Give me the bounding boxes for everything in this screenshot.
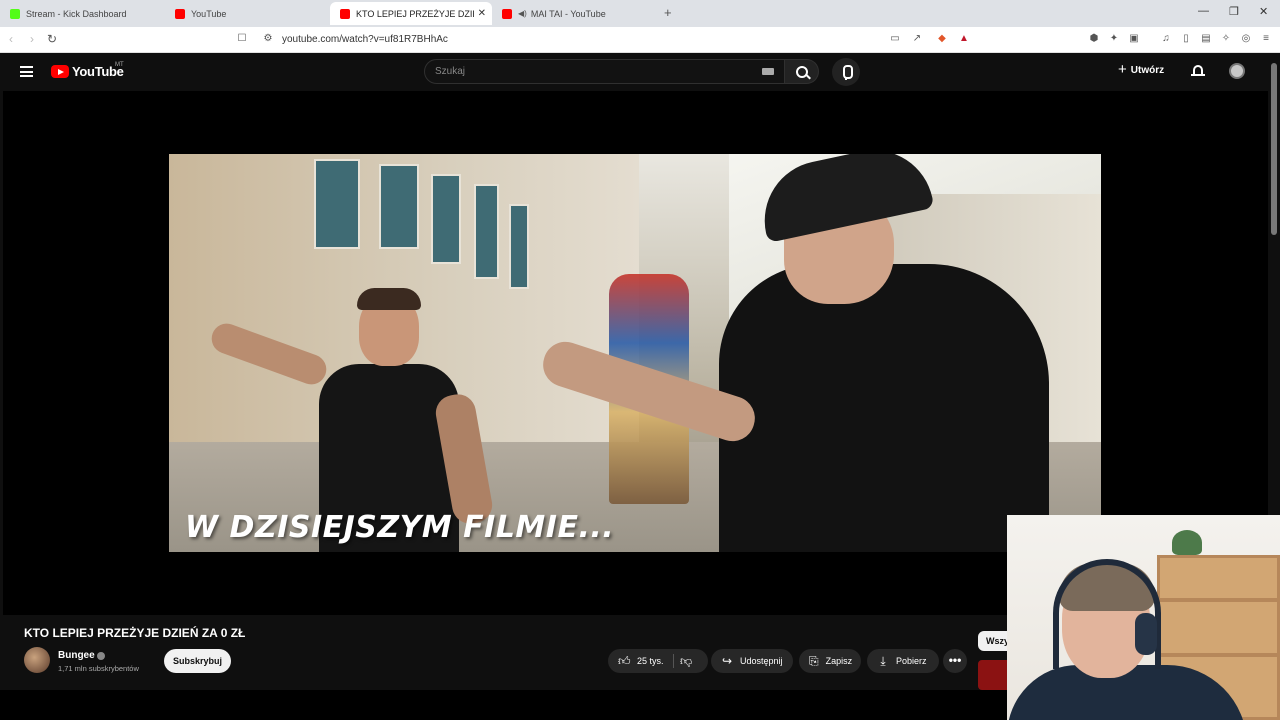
vpn-shield-icon[interactable]: ◎ [1240, 33, 1252, 45]
tab-title: KTO LEPIEJ PRZEŻYJE DZIEŃ ZA 0 ZŁ [356, 8, 474, 19]
window-close-icon[interactable]: ✕ [1259, 5, 1268, 18]
leo-ai-icon[interactable]: ✧ [1220, 33, 1232, 45]
youtube-favicon-icon [502, 8, 512, 19]
youtube-favicon-icon [175, 8, 185, 19]
share-arrow-icon: ↪ [721, 654, 733, 668]
tab-title: YouTube [191, 8, 227, 19]
search-button[interactable] [785, 59, 819, 84]
screenshot-icon[interactable]: ▣ [1128, 33, 1140, 45]
voice-search-mic-icon[interactable] [832, 58, 860, 86]
download-button[interactable]: ⤓ Pobierz [867, 649, 939, 673]
download-icon: ⤓ [880, 654, 886, 668]
like-divider [673, 654, 674, 668]
bookmark-icon[interactable]: ☐ [236, 33, 248, 45]
thumbs-up-icon: 👍︎ [618, 654, 631, 668]
vpn-icon[interactable]: ⬢ [1088, 33, 1100, 45]
like-button[interactable]: 👍︎ 25 tys. [608, 649, 708, 673]
scrollbar-thumb[interactable] [1271, 63, 1277, 235]
browser-toolbar: ‹ › ↻ ☐ ⚙ youtube.com/watch?v=uf81R7BHhA… [0, 27, 1280, 53]
tab-kick-dashboard[interactable]: Stream - Kick Dashboard [0, 2, 165, 25]
search-placeholder: Szukaj [435, 66, 466, 77]
brave-rewards-icon[interactable]: ▲ [958, 33, 970, 45]
brave-shield-icon[interactable]: ◆ [936, 33, 948, 45]
browser-tab-strip: Stream - Kick Dashboard YouTube KTO LEPI… [0, 0, 1280, 27]
thumbs-down-dislike-icon[interactable]: 👎︎ [680, 654, 692, 669]
bookmark-save-icon: ⎘ [809, 654, 819, 668]
scene-window [379, 164, 419, 249]
country-code: MT [115, 62, 124, 68]
speaker-icon: ◀) [518, 9, 527, 18]
tab-current-video[interactable]: KTO LEPIEJ PRZEŻYJE DZIEŃ ZA 0 ZŁ ✕ [330, 2, 492, 25]
video-title: KTO LEPIEJ PRZEŻYJE DZIEŃ ZA 0 ZŁ [24, 626, 246, 640]
search-input[interactable]: Szukaj [424, 59, 785, 84]
share-page-icon[interactable]: ↗ [911, 33, 923, 45]
youtube-play-logo-icon [51, 65, 69, 78]
video-subtitle: W DZISIEJSZYM FILMIE... [185, 510, 615, 545]
create-button[interactable]: + Utwórz [1118, 61, 1165, 78]
headset-earcup [1135, 613, 1157, 655]
account-avatar[interactable] [1229, 63, 1245, 79]
channel-name[interactable]: Bungee [58, 650, 95, 661]
hamburger-menu-icon[interactable] [20, 66, 33, 77]
cast-icon[interactable]: ▭ [889, 33, 901, 45]
forward-arrow-icon[interactable]: › [30, 32, 34, 46]
kick-favicon-icon [10, 8, 20, 19]
back-arrow-icon[interactable]: ‹ [9, 32, 13, 46]
tab-youtube[interactable]: YouTube [165, 2, 330, 25]
save-button[interactable]: ⎘ Zapisz [799, 649, 861, 673]
save-label: Zapisz [825, 656, 853, 666]
youtube-header: YouTube MT Szukaj + Utwórz [0, 53, 1268, 91]
more-actions-button[interactable]: ••• [943, 649, 967, 673]
tab-mai-tai[interactable]: ◀) MAI TAI - YouTube [492, 2, 657, 25]
tab-title: Stream - Kick Dashboard [26, 8, 127, 19]
menu-icon[interactable]: ≡ [1260, 33, 1272, 45]
youtube-logo[interactable]: YouTube MT [51, 62, 124, 79]
create-label: Utwórz [1130, 64, 1165, 76]
webcam-plant [1172, 530, 1202, 555]
share-button[interactable]: ↪ Udostępnij [711, 649, 793, 673]
sidebar-toggle-icon[interactable]: ▯ [1180, 33, 1192, 45]
wallet-icon[interactable]: ▤ [1200, 33, 1212, 45]
scene-person-right [537, 154, 1099, 552]
extensions-icon[interactable]: ✦ [1108, 33, 1120, 45]
scene-window [431, 174, 461, 264]
share-label: Udostępnij [740, 656, 783, 666]
keyboard-icon[interactable] [762, 68, 774, 75]
scene-window [474, 184, 499, 279]
webcam-overlay [1007, 515, 1280, 720]
scene-window [314, 159, 360, 249]
like-count: 25 tys. [637, 656, 664, 666]
channel-avatar[interactable] [24, 647, 50, 673]
close-tab-icon[interactable]: ✕ [478, 8, 486, 19]
site-settings-icon[interactable]: ⚙ [262, 33, 274, 45]
media-icon[interactable]: ♫ [1160, 33, 1172, 45]
reload-icon[interactable]: ↻ [47, 32, 57, 46]
download-label: Pobierz [896, 656, 927, 666]
minimize-icon[interactable]: — [1198, 5, 1209, 17]
video-frame[interactable]: W DZISIEJSZYM FILMIE... [169, 154, 1101, 552]
scene-window [509, 204, 529, 289]
address-bar[interactable]: youtube.com/watch?v=uf81R7BHhAc [282, 34, 448, 45]
subscriber-count: 1,71 mln subskrybentów [58, 664, 139, 673]
restore-icon[interactable]: ❐ [1229, 5, 1239, 18]
verified-badge-icon [97, 652, 105, 660]
new-tab-plus-icon[interactable]: + [664, 5, 672, 20]
notifications-bell-icon[interactable] [1191, 64, 1205, 78]
subscribe-button[interactable]: Subskrybuj [164, 649, 231, 673]
plus-icon: + [1118, 61, 1127, 78]
tab-title: MAI TAI - YouTube [530, 8, 606, 19]
youtube-favicon-icon [340, 8, 350, 19]
